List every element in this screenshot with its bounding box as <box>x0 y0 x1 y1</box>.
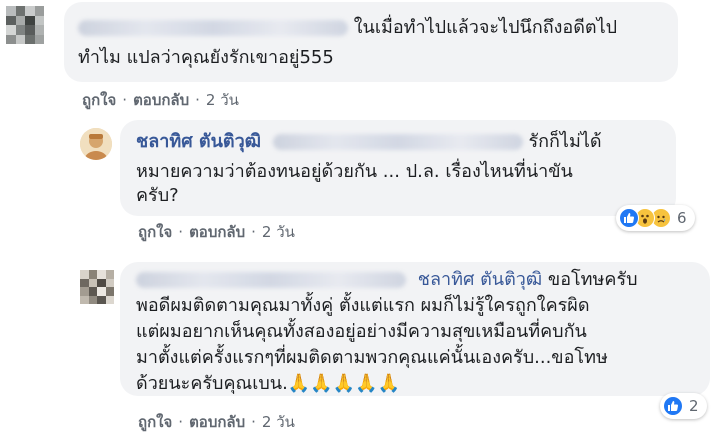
reply-link[interactable]: ตอบกลับ <box>189 410 245 434</box>
reply-1-line-1: ชลาทิศ ตันติวุฒิ รักก็ไม่ได้ <box>136 131 602 152</box>
reply-2-line-1: ชลาทิศ ตันติวุฒิ ขอโทษครับ <box>136 266 638 294</box>
reply-2-reactions[interactable]: 2 <box>660 393 707 419</box>
reply-1-author[interactable]: ชลาทิศ ตันติวุฒิ <box>136 131 261 152</box>
reply-2-avatar[interactable] <box>80 270 114 304</box>
like-link[interactable]: ถูกใจ <box>138 410 172 434</box>
like-reaction-icon <box>619 208 639 228</box>
reply-1-line-2: หมายความว่าต้องทนอยู่ด้วยกัน ... ป.ล. เร… <box>136 161 573 182</box>
reply-link[interactable]: ตอบกลับ <box>189 220 245 244</box>
timestamp[interactable]: 2 วัน <box>262 410 295 434</box>
comment-1-line-1: ในเมื่อทำไปแล้วจะไปนึกถึงอดีตไป <box>78 14 617 42</box>
tagged-name-link[interactable]: ชลาทิศ ตันติวุฒิ <box>418 269 542 290</box>
comment-1-actions: ถูกใจ · ตอบกลับ · 2 วัน <box>82 88 239 112</box>
reply-2-actions: ถูกใจ · ตอบกลับ · 2 วัน <box>138 410 295 434</box>
reply-1-line-3: ครับ? <box>136 185 179 206</box>
reply-link[interactable]: ตอบกลับ <box>133 88 189 112</box>
reply-1-actions: ถูกใจ · ตอบกลับ · 2 วัน <box>138 220 295 244</box>
like-reaction-icon <box>663 396 683 416</box>
comment-1-line-2: ทำไม แปลว่าคุณยังรักเขาอยู่555 <box>78 47 334 68</box>
like-link[interactable]: ถูกใจ <box>82 88 116 112</box>
like-link[interactable]: ถูกใจ <box>138 220 172 244</box>
prayer-hands-icons: 🙏🙏🙏🙏🙏 <box>287 373 400 394</box>
reply-1-avatar[interactable] <box>80 128 112 160</box>
reply-2-line-4: มาตั้งแต่ครั้งแรกๆที่ผมติดตามพวกคุณแค่นั… <box>136 347 608 368</box>
timestamp[interactable]: 2 วัน <box>206 88 239 112</box>
reaction-count: 6 <box>677 209 687 227</box>
reply-1-reactions[interactable]: 6 <box>616 205 695 231</box>
blurred-commenter-name[interactable] <box>78 20 348 36</box>
commenter-1-avatar[interactable] <box>6 6 44 44</box>
reply-2-line-5: ด้วยนะครับคุณเบน.🙏🙏🙏🙏🙏 <box>136 373 400 394</box>
reply-2-line-2: พอดีผมติดตามคุณมาทั้งคู่ ตั้งแต่แรก ผมก็… <box>136 295 590 316</box>
timestamp[interactable]: 2 วัน <box>262 220 295 244</box>
profile-photo-icon <box>80 128 112 160</box>
reply-2-line-3: แต่ผมอยากเห็นคุณทั้งสองอยู่อย่างมีความสุ… <box>136 321 587 342</box>
blurred-tagged-name[interactable] <box>272 134 523 150</box>
blurred-commenter-name[interactable] <box>136 272 406 288</box>
reaction-count: 2 <box>689 397 699 415</box>
